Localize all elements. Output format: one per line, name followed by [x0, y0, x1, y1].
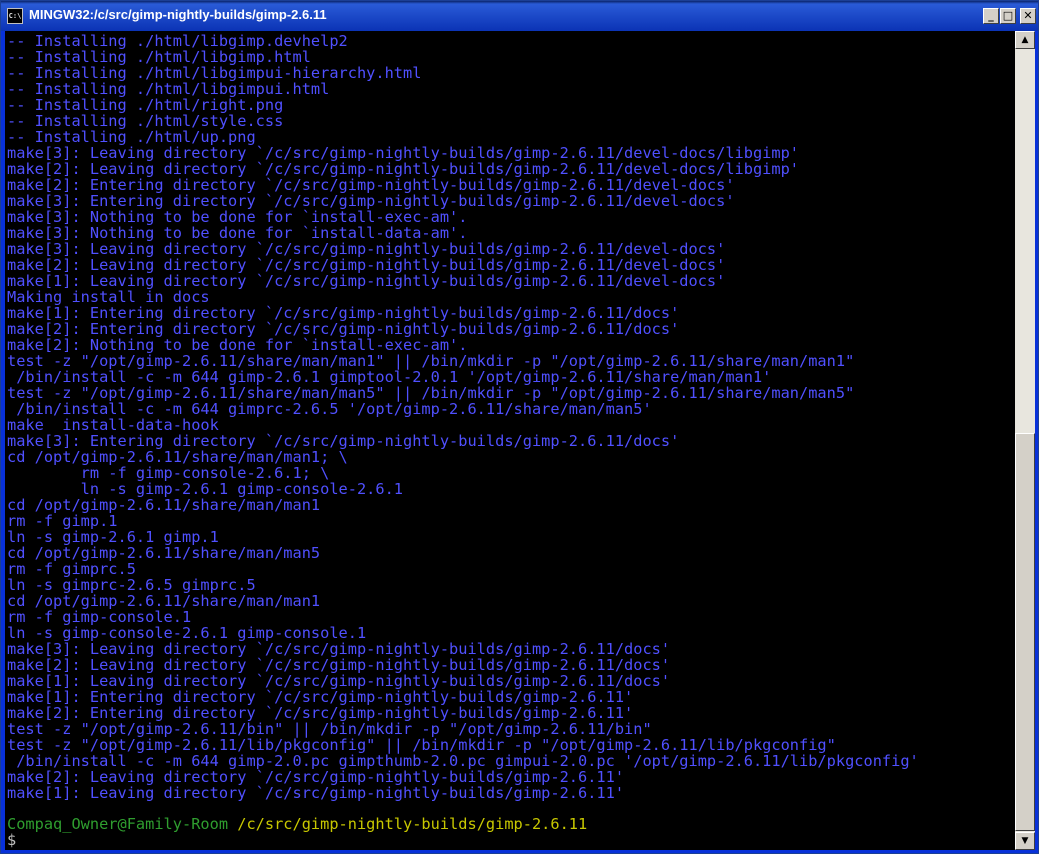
terminal-line: ln -s gimp-2.6.1 gimp-console-2.6.1 — [7, 480, 404, 498]
prompt-line: Compaq_Owner@Family-Room /c/src/gimp-nig… — [7, 816, 587, 832]
terminal-line: make[3]: Leaving directory `/c/src/gimp-… — [7, 144, 800, 162]
terminal-line: make[1]: Leaving directory `/c/src/gimp-… — [7, 272, 726, 290]
window-title: MINGW32:/c/src/gimp-nightly-builds/gimp-… — [29, 7, 327, 22]
title-bar[interactable]: C:\ MINGW32:/c/src/gimp-nightly-builds/g… — [1, 1, 1038, 31]
terminal-line: make[3]: Leaving directory `/c/src/gimp-… — [7, 240, 726, 258]
terminal-line: make[2]: Leaving directory `/c/src/gimp-… — [7, 256, 726, 274]
prompt-path: /c/src/gimp-nightly-builds/gimp-2.6.11 — [228, 815, 588, 833]
terminal-line: /bin/install -c -m 644 gimp-2.6.1 gimpto… — [7, 368, 772, 386]
terminal-line: make[2]: Entering directory `/c/src/gimp… — [7, 320, 680, 338]
terminal-line: make[3]: Entering directory `/c/src/gimp… — [7, 432, 680, 450]
prompt-symbol: $ — [7, 831, 17, 849]
terminal-line: test -z "/opt/gimp-2.6.11/share/man/man5… — [7, 384, 855, 402]
terminal-line: make[1]: Entering directory `/c/src/gimp… — [7, 688, 634, 706]
terminal-line: test -z "/opt/gimp-2.6.11/bin" || /bin/m… — [7, 720, 652, 738]
terminal-line: ln -s gimp-2.6.1 gimp.1 — [7, 528, 219, 546]
terminal-line: test -z "/opt/gimp-2.6.11/share/man/man1… — [7, 352, 855, 370]
terminal-line: rm -f gimp.1 — [7, 512, 118, 530]
vertical-scrollbar[interactable]: ▲ ▼ — [1015, 31, 1035, 850]
terminal-line: make[2]: Leaving directory `/c/src/gimp-… — [7, 160, 800, 178]
terminal-output[interactable]: -- Installing ./html/libgimp.devhelp2 -- … — [5, 31, 1015, 850]
terminal-line: rm -f gimp-console.1 — [7, 608, 192, 626]
scroll-up-icon[interactable]: ▲ — [1015, 31, 1035, 49]
terminal-line: make[1]: Leaving directory `/c/src/gimp-… — [7, 672, 671, 690]
minimize-button[interactable]: _ — [983, 8, 999, 24]
prompt-user-host: Compaq_Owner@Family-Room — [7, 815, 229, 833]
terminal-line: cd /opt/gimp-2.6.11/share/man/man1 — [7, 496, 321, 514]
terminal-line: -- Installing ./html/libgimpui.html — [7, 80, 330, 98]
terminal-line: -- Installing ./html/up.png — [7, 128, 256, 146]
terminal-line: make[2]: Entering directory `/c/src/gimp… — [7, 176, 735, 194]
terminal-line: rm -f gimprc.5 — [7, 560, 136, 578]
terminal-line: -- Installing ./html/style.css — [7, 112, 284, 130]
terminal-line: make[2]: Nothing to be done for `install… — [7, 336, 468, 354]
terminal-line: Making install in docs — [7, 288, 210, 306]
terminal-line: ln -s gimp-console-2.6.1 gimp-console.1 — [7, 624, 367, 642]
terminal-line: rm -f gimp-console-2.6.1; \ — [7, 464, 330, 482]
terminal-line: test -z "/opt/gimp-2.6.11/lib/pkgconfig"… — [7, 736, 836, 754]
terminal-line: -- Installing ./html/libgimpui-hierarchy… — [7, 64, 422, 82]
terminal-line: make[2]: Leaving directory `/c/src/gimp-… — [7, 768, 625, 786]
terminal-line: -- Installing ./html/libgimp.devhelp2 — [7, 32, 348, 50]
terminal-line: -- Installing ./html/libgimp.html — [7, 48, 311, 66]
terminal-line: ln -s gimprc-2.6.5 gimprc.5 — [7, 576, 256, 594]
terminal-line: make[3]: Nothing to be done for `install… — [7, 224, 468, 242]
terminal-line: -- Installing ./html/right.png — [7, 96, 284, 114]
terminal-line: cd /opt/gimp-2.6.11/share/man/man5 — [7, 544, 321, 562]
terminal-line: make[1]: Entering directory `/c/src/gimp… — [7, 304, 680, 322]
terminal-line: make[3]: Entering directory `/c/src/gimp… — [7, 192, 735, 210]
terminal-line: make[2]: Leaving directory `/c/src/gimp-… — [7, 656, 671, 674]
terminal-line: cd /opt/gimp-2.6.11/share/man/man1; \ — [7, 448, 348, 466]
close-button[interactable]: ✕ — [1020, 8, 1036, 24]
terminal-line: make[3]: Nothing to be done for `install… — [7, 208, 468, 226]
scroll-thumb[interactable] — [1015, 433, 1035, 831]
terminal-line: cd /opt/gimp-2.6.11/share/man/man1 — [7, 592, 321, 610]
maximize-button[interactable]: □ — [1000, 8, 1016, 24]
terminal-window: C:\ MINGW32:/c/src/gimp-nightly-builds/g… — [0, 0, 1039, 854]
terminal-line: make[3]: Leaving directory `/c/src/gimp-… — [7, 640, 671, 658]
scroll-down-icon[interactable]: ▼ — [1015, 832, 1035, 850]
terminal-line: make install-data-hook — [7, 416, 219, 434]
terminal-line: /bin/install -c -m 644 gimp-2.0.pc gimpt… — [7, 752, 919, 770]
terminal-line: make[1]: Leaving directory `/c/src/gimp-… — [7, 784, 625, 802]
terminal-line: /bin/install -c -m 644 gimprc-2.6.5 '/op… — [7, 400, 652, 418]
terminal-line: make[2]: Entering directory `/c/src/gimp… — [7, 704, 634, 722]
command-input-line[interactable]: $ — [7, 832, 16, 848]
console-icon[interactable]: C:\ — [7, 8, 23, 24]
